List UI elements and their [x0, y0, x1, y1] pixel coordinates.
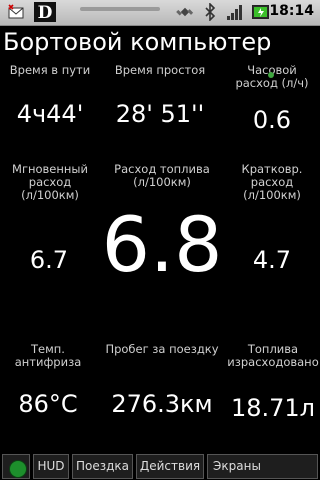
battery-icon	[252, 5, 269, 19]
page-title: Бортовой компьютер	[3, 28, 272, 56]
travel-time-label: Время в пути	[9, 63, 91, 77]
idle-time-value[interactable]: 28' 51''	[100, 100, 220, 128]
coolant-temp-value[interactable]: 86°C	[0, 390, 96, 418]
svg-text:D: D	[38, 3, 53, 22]
hourly-consumption-value[interactable]: 0.6	[226, 106, 318, 134]
gps-icon	[176, 7, 194, 17]
fuel-used-value[interactable]: 18.71л	[226, 394, 320, 422]
status-bar: D 18:14	[0, 0, 320, 26]
status-led-button[interactable]	[2, 454, 30, 479]
instant-consumption-value[interactable]: 6.7	[0, 246, 98, 274]
signal-icon	[227, 5, 242, 20]
bluetooth-icon	[205, 3, 216, 21]
actions-button[interactable]: Действия	[136, 454, 204, 479]
short-term-consumption-value[interactable]: 4.7	[224, 246, 320, 274]
coolant-temp-label: Темп. антифриза	[14, 342, 82, 369]
travel-time-value[interactable]: 4ч44'	[0, 100, 100, 128]
status-led-icon	[9, 460, 27, 478]
app-logo-icon: D	[34, 2, 56, 22]
trip-distance-label: Пробег за поездку	[105, 342, 219, 356]
fuel-used-label: Топлива израсходовано	[227, 342, 319, 369]
fuel-consumption-label: Расход топлива (л/100км)	[114, 162, 210, 189]
trip-distance-value[interactable]: 276.3км	[96, 390, 228, 418]
clock: 18:14	[269, 3, 314, 19]
trip-button[interactable]: Поездка	[72, 454, 133, 479]
short-term-consumption-label: Кратковр. расход (л/100км)	[241, 162, 303, 202]
progress-strip	[80, 7, 160, 11]
idle-time-label: Время простоя	[114, 63, 206, 77]
mail-notification-icon	[8, 4, 24, 19]
screens-button[interactable]: Экраны	[207, 454, 318, 479]
instant-consumption-label: Мгновенный расход (л/100км)	[12, 162, 88, 202]
status-indicator-dot	[268, 72, 274, 78]
bottom-toolbar: HUD Поездка Действия Экраны	[0, 452, 320, 480]
fuel-consumption-value[interactable]: 6.8	[92, 200, 232, 289]
hud-button[interactable]: HUD	[33, 454, 69, 479]
